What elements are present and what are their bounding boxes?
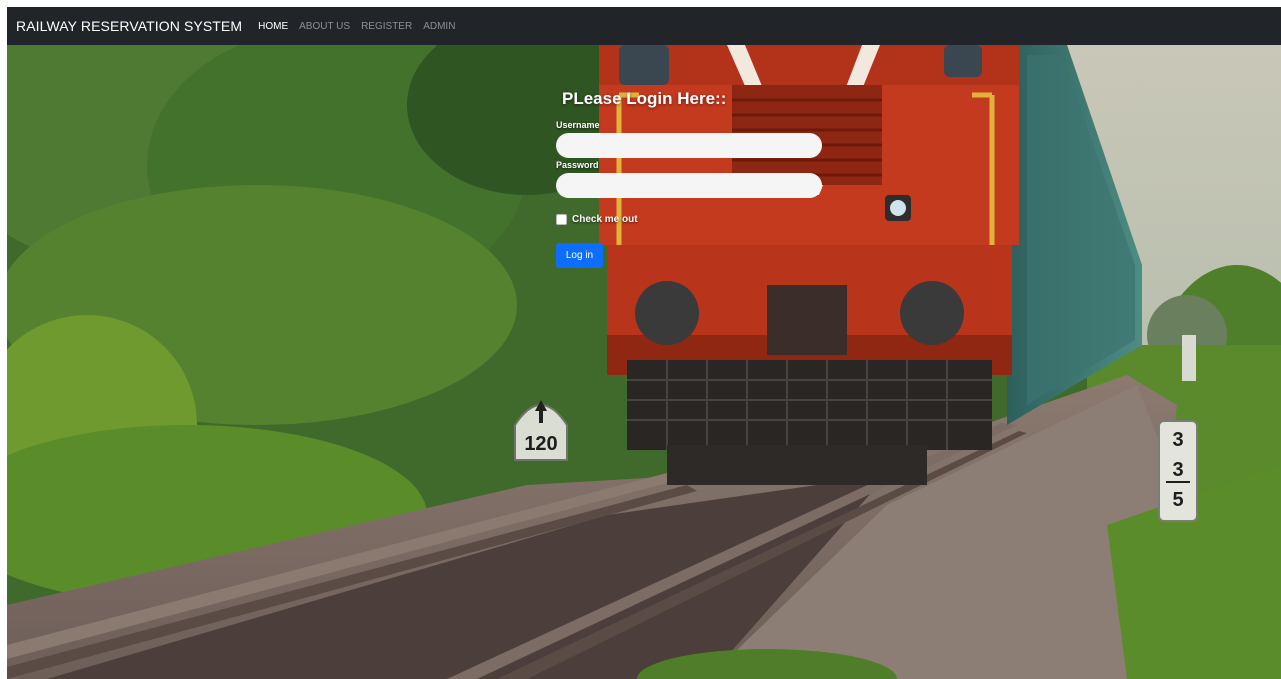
login-form: PLease Login Here:: Username Password Ch… [556,89,836,268]
login-heading: PLease Login Here:: [562,89,727,108]
nav-register[interactable]: REGISTER [361,21,412,32]
username-label: Username [556,120,600,130]
nav-about-us[interactable]: ABOUT US [299,21,350,32]
remember-checkbox[interactable] [556,214,567,225]
nav-admin[interactable]: ADMIN [423,21,455,32]
browser-viewport: RAILWAY RESERVATION SYSTEM HOME ABOUT US… [7,7,1281,679]
milestone-right-digit: 3 [1172,459,1183,481]
brand-link[interactable]: RAILWAY RESERVATION SYSTEM [16,18,242,34]
login-button[interactable]: Log in [556,243,603,268]
username-input[interactable] [556,133,822,158]
top-navbar: RAILWAY RESERVATION SYSTEM HOME ABOUT US… [7,7,1281,45]
milestone-left-text: 120 [524,433,557,455]
remember-label[interactable]: Check me out [572,214,638,225]
password-input[interactable] [556,173,822,198]
milestone-right-digit: 3 [1172,429,1183,451]
nav-home[interactable]: HOME [258,21,288,32]
password-label: Password [556,160,599,170]
milestone-right-digit: 5 [1172,489,1183,511]
remember-row: Check me out [556,214,836,225]
